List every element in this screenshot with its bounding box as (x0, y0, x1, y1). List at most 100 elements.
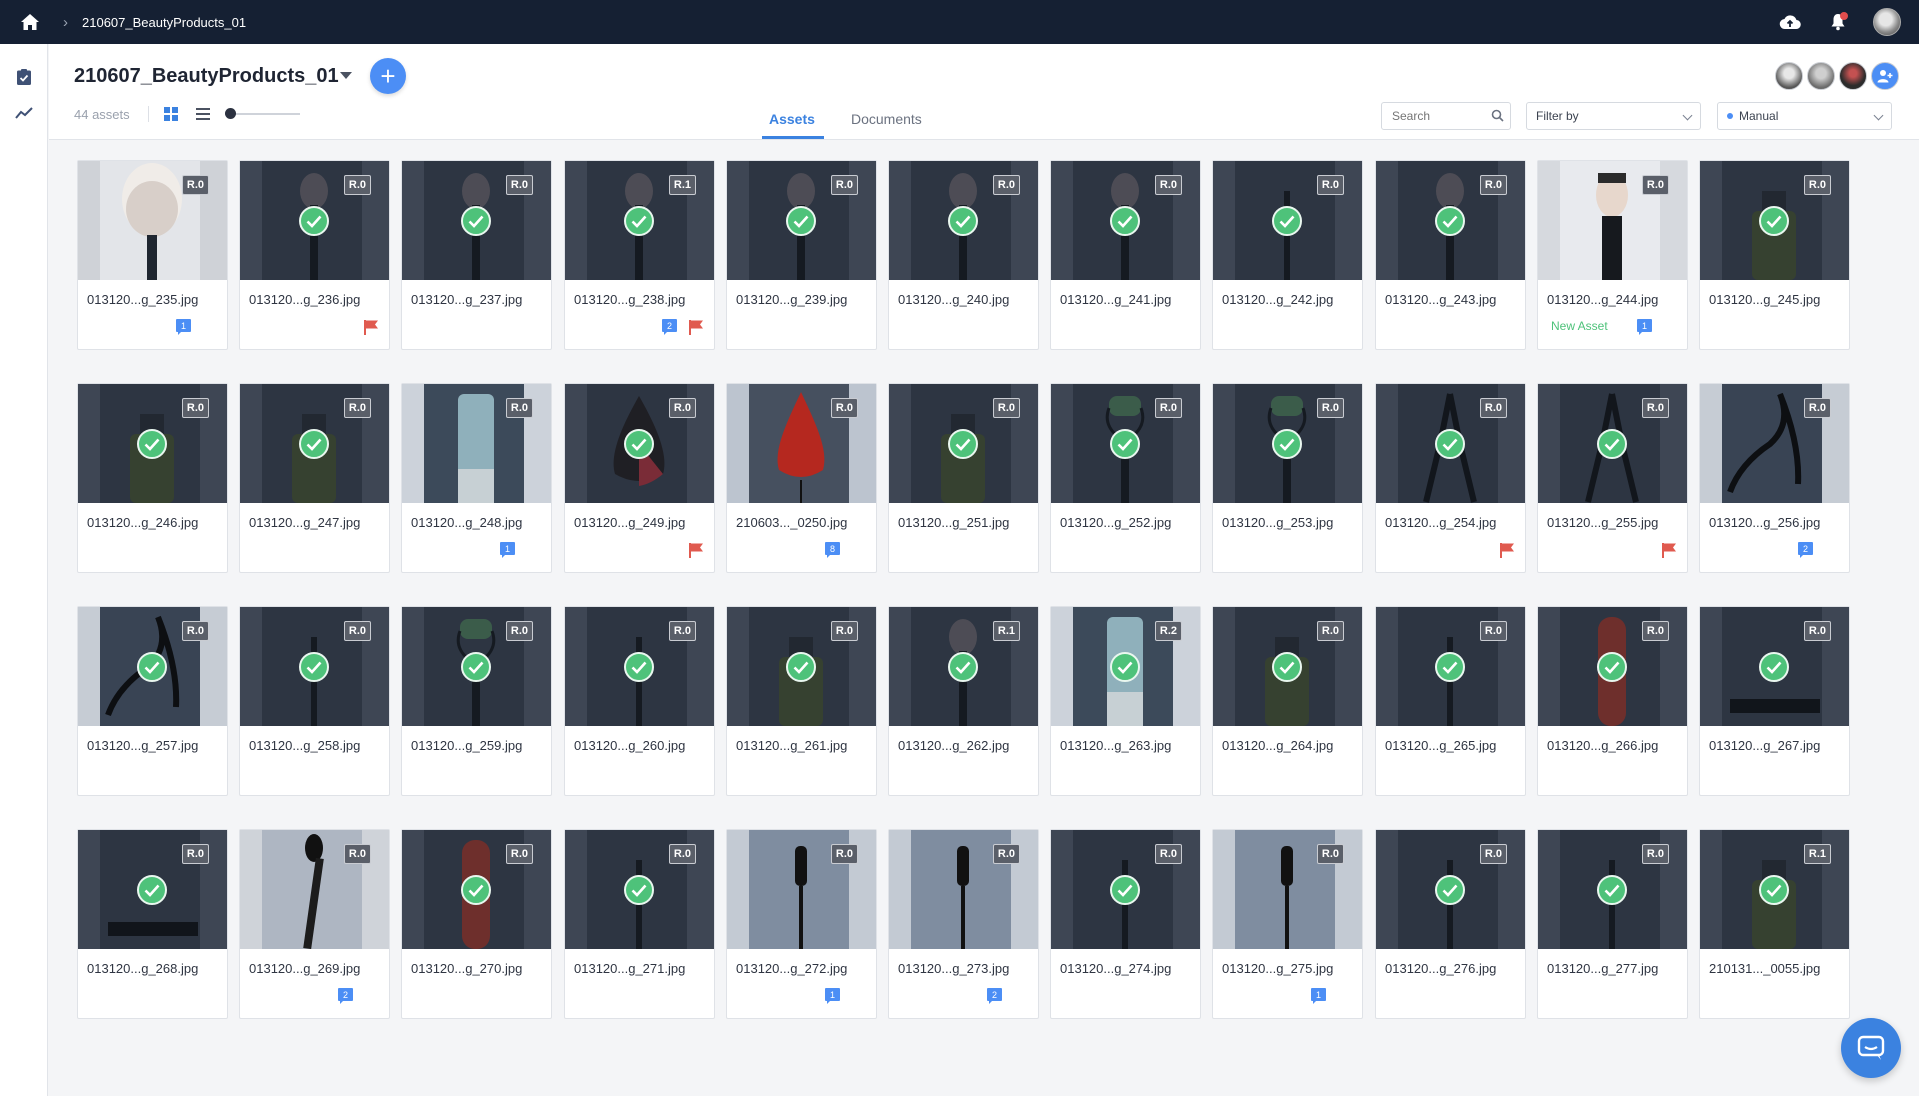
asset-filename[interactable]: 013120...g_272.jpg (736, 961, 847, 976)
comment-count-icon[interactable]: 2 (662, 319, 677, 335)
asset-card[interactable]: R.0 013120...g_277.jpg (1537, 829, 1688, 1019)
asset-card[interactable]: R.0 013120...g_251.jpg (888, 383, 1039, 573)
chat-support-button[interactable] (1841, 1018, 1901, 1078)
comment-count-icon[interactable]: 1 (1311, 988, 1326, 1004)
asset-card[interactable]: R.0 013120...g_245.jpg (1699, 160, 1850, 350)
search-box[interactable] (1381, 102, 1511, 130)
asset-filename[interactable]: 013120...g_241.jpg (1060, 292, 1171, 307)
asset-card[interactable]: R.0 013120...g_239.jpg (726, 160, 877, 350)
activity-chart-icon[interactable] (0, 96, 48, 130)
asset-card[interactable]: R.0 013120...g_249.jpg (564, 383, 715, 573)
asset-filename[interactable]: 013120...g_256.jpg (1709, 515, 1820, 530)
asset-card[interactable]: R.1 013120...g_238.jpg 2 (564, 160, 715, 350)
grid-view-icon[interactable] (163, 106, 179, 122)
notifications-bell-icon[interactable] (1825, 9, 1851, 35)
sort-dropdown[interactable]: Manual (1717, 102, 1892, 130)
asset-filename[interactable]: 013120...g_235.jpg (87, 292, 198, 307)
asset-filename[interactable]: 013120...g_247.jpg (249, 515, 360, 530)
asset-card[interactable]: R.0 013120...g_265.jpg (1375, 606, 1526, 796)
asset-card[interactable]: R.0 013120...g_256.jpg 2 (1699, 383, 1850, 573)
asset-card[interactable]: R.0 013120...g_272.jpg 1 (726, 829, 877, 1019)
home-icon[interactable] (15, 7, 45, 37)
comment-count-icon[interactable]: 2 (1798, 542, 1813, 558)
asset-filename[interactable]: 013120...g_258.jpg (249, 738, 360, 753)
asset-card[interactable]: R.0 013120...g_235.jpg 1 (77, 160, 228, 350)
comment-count-icon[interactable]: 2 (987, 988, 1002, 1004)
asset-filename[interactable]: 013120...g_238.jpg (574, 292, 685, 307)
asset-filename[interactable]: 013120...g_268.jpg (87, 961, 198, 976)
breadcrumb-project[interactable]: 210607_BeautyProducts_01 (82, 15, 246, 30)
asset-card[interactable]: R.0 013120...g_247.jpg (239, 383, 390, 573)
asset-card[interactable]: R.0 013120...g_244.jpg New Asset 1 (1537, 160, 1688, 350)
flag-icon[interactable] (1661, 542, 1677, 558)
comment-count-icon[interactable]: 1 (500, 542, 515, 558)
asset-card[interactable]: R.0 013120...g_275.jpg 1 (1212, 829, 1363, 1019)
asset-card[interactable]: R.0 013120...g_268.jpg (77, 829, 228, 1019)
asset-card[interactable]: R.0 013120...g_258.jpg (239, 606, 390, 796)
asset-filename[interactable]: 210131..._0055.jpg (1709, 961, 1820, 976)
asset-filename[interactable]: 013120...g_240.jpg (898, 292, 1009, 307)
asset-filename[interactable]: 013120...g_265.jpg (1385, 738, 1496, 753)
user-avatar[interactable] (1873, 8, 1901, 36)
asset-filename[interactable]: 013120...g_245.jpg (1709, 292, 1820, 307)
comment-count-icon[interactable]: 1 (825, 988, 840, 1004)
flag-icon[interactable] (688, 319, 704, 335)
asset-card[interactable]: R.0 013120...g_237.jpg (401, 160, 552, 350)
asset-card[interactable]: R.0 210603..._0250.jpg 8 (726, 383, 877, 573)
asset-filename[interactable]: 013120...g_270.jpg (411, 961, 522, 976)
asset-filename[interactable]: 013120...g_274.jpg (1060, 961, 1171, 976)
asset-filename[interactable]: 013120...g_254.jpg (1385, 515, 1496, 530)
asset-filename[interactable]: 013120...g_262.jpg (898, 738, 1009, 753)
asset-filename[interactable]: 013120...g_252.jpg (1060, 515, 1171, 530)
asset-card[interactable]: R.0 013120...g_253.jpg (1212, 383, 1363, 573)
search-input[interactable] (1382, 103, 1482, 129)
tab-documents[interactable]: Documents (851, 111, 922, 127)
asset-filename[interactable]: 013120...g_264.jpg (1222, 738, 1333, 753)
asset-card[interactable]: R.0 013120...g_273.jpg 2 (888, 829, 1039, 1019)
asset-card[interactable]: R.0 013120...g_246.jpg (77, 383, 228, 573)
add-asset-button[interactable]: + (370, 58, 406, 94)
collaborator-avatar[interactable] (1775, 62, 1803, 90)
upload-cloud-icon[interactable] (1777, 9, 1803, 35)
asset-filename[interactable]: 013120...g_243.jpg (1385, 292, 1496, 307)
asset-filename[interactable]: 013120...g_269.jpg (249, 961, 360, 976)
project-dropdown-caret-icon[interactable] (340, 72, 352, 79)
asset-filename[interactable]: 013120...g_251.jpg (898, 515, 1009, 530)
slider-handle[interactable] (225, 108, 236, 119)
asset-filename[interactable]: 013120...g_261.jpg (736, 738, 847, 753)
flag-icon[interactable] (1499, 542, 1515, 558)
asset-card[interactable]: R.0 013120...g_261.jpg (726, 606, 877, 796)
asset-card[interactable]: R.0 013120...g_260.jpg (564, 606, 715, 796)
asset-card[interactable]: R.0 013120...g_259.jpg (401, 606, 552, 796)
asset-filename[interactable]: 013120...g_255.jpg (1547, 515, 1658, 530)
asset-card[interactable]: R.0 013120...g_257.jpg (77, 606, 228, 796)
flag-icon[interactable] (363, 319, 379, 335)
asset-filename[interactable]: 013120...g_237.jpg (411, 292, 522, 307)
asset-card[interactable]: R.0 013120...g_243.jpg (1375, 160, 1526, 350)
asset-card[interactable]: R.0 013120...g_240.jpg (888, 160, 1039, 350)
comment-count-icon[interactable]: 1 (1637, 319, 1652, 335)
asset-filename[interactable]: 013120...g_239.jpg (736, 292, 847, 307)
asset-filename[interactable]: 013120...g_259.jpg (411, 738, 522, 753)
comment-count-icon[interactable]: 2 (338, 988, 353, 1004)
filter-dropdown[interactable]: Filter by (1526, 102, 1701, 130)
asset-filename[interactable]: 013120...g_246.jpg (87, 515, 198, 530)
asset-card[interactable]: R.0 013120...g_276.jpg (1375, 829, 1526, 1019)
asset-filename[interactable]: 013120...g_257.jpg (87, 738, 198, 753)
asset-filename[interactable]: 013120...g_266.jpg (1547, 738, 1658, 753)
asset-filename[interactable]: 013120...g_242.jpg (1222, 292, 1333, 307)
list-view-icon[interactable] (195, 106, 211, 122)
asset-filename[interactable]: 013120...g_276.jpg (1385, 961, 1496, 976)
asset-card[interactable]: R.0 013120...g_267.jpg (1699, 606, 1850, 796)
asset-filename[interactable]: 013120...g_271.jpg (574, 961, 685, 976)
comment-count-icon[interactable]: 8 (825, 542, 840, 558)
asset-filename[interactable]: 013120...g_244.jpg (1547, 292, 1658, 307)
asset-filename[interactable]: 013120...g_273.jpg (898, 961, 1009, 976)
asset-card[interactable]: R.0 013120...g_270.jpg (401, 829, 552, 1019)
tasks-clipboard-icon[interactable] (0, 60, 48, 94)
flag-icon[interactable] (688, 542, 704, 558)
asset-filename[interactable]: 013120...g_248.jpg (411, 515, 522, 530)
asset-card[interactable]: R.1 210131..._0055.jpg (1699, 829, 1850, 1019)
asset-card[interactable]: R.0 013120...g_274.jpg (1050, 829, 1201, 1019)
asset-card[interactable]: R.0 013120...g_269.jpg 2 (239, 829, 390, 1019)
